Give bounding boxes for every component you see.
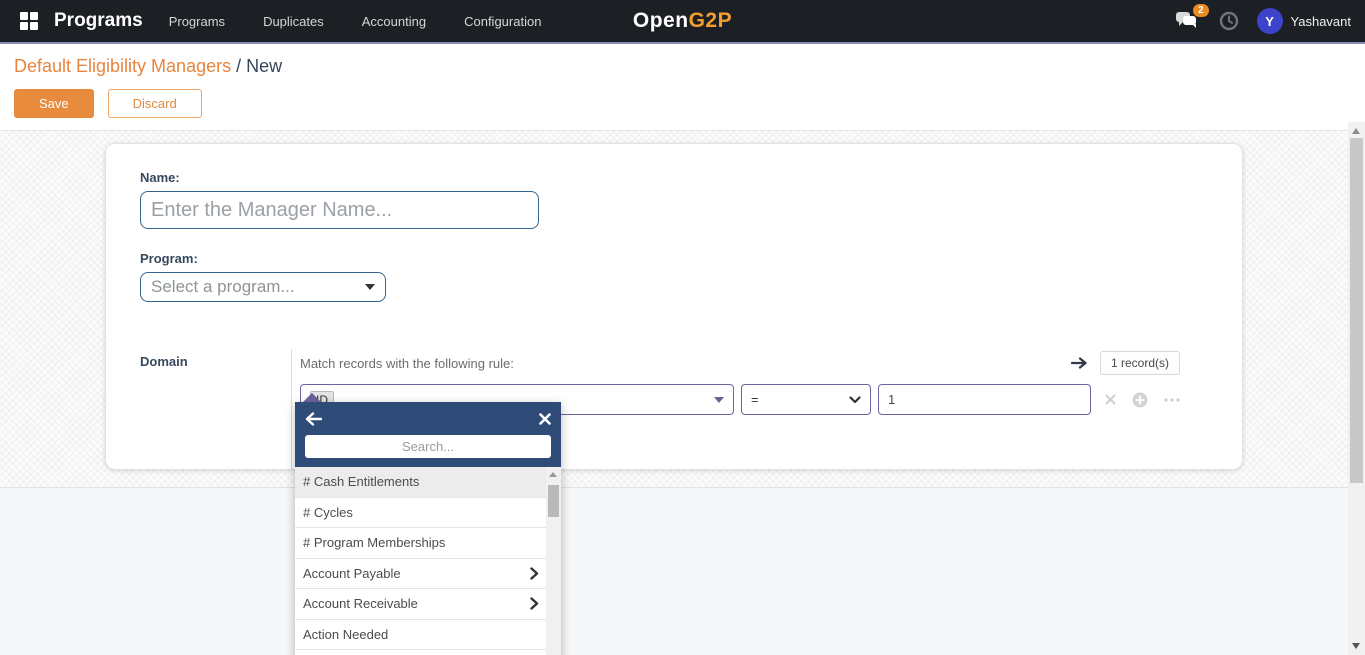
action-button-bar: Save Discard [0,77,1348,131]
field-option[interactable]: # Cash Entitlements [295,467,561,498]
program-select[interactable]: Select a program... [140,272,386,302]
program-label: Program: [140,251,198,266]
scroll-down-arrow-icon[interactable] [1352,643,1360,649]
caret-down-icon [365,284,375,290]
navbar-left: Programs Programs Duplicates Accounting … [14,6,541,36]
user-avatar: Y [1256,8,1283,34]
domain-rule-text: Match records with the following rule: [300,355,514,371]
nav-item-programs[interactable]: Programs [169,14,225,29]
field-option[interactable]: Action Needed [295,620,561,650]
field-option-list: # Cash Entitlements # Cycles # Program M… [295,467,561,655]
form-view-background: Name: Program: Select a program... Domai… [0,131,1348,487]
discard-button[interactable]: Discard [107,89,202,118]
delete-rule-icon[interactable] [1105,394,1116,405]
domain-rule-header: Match records with the following rule: 1… [300,351,1180,375]
breadcrumb: Default Eligibility Managers / New [0,44,1348,77]
back-arrow-icon[interactable] [305,412,322,426]
nav-item-accounting[interactable]: Accounting [362,14,426,29]
domain-operator-value: = [751,392,759,407]
add-rule-icon[interactable] [1132,392,1148,408]
field-option[interactable]: Account Receivable [295,589,561,620]
field-option[interactable]: # Program Memberships [295,528,561,559]
activities-button[interactable] [1219,11,1239,31]
program-select-value: Select a program... [151,277,295,296]
navbar-menu: Programs Duplicates Accounting Configura… [169,14,542,29]
user-name: Yashavant [1290,13,1351,29]
records-count-button[interactable]: 1 record(s) [1099,351,1180,375]
name-field-group: Name: [140,170,1212,229]
field-option[interactable]: # Cycles [295,498,561,528]
breadcrumb-separator: / [231,56,247,76]
apps-menu-button[interactable] [14,6,44,36]
save-button[interactable]: Save [14,89,94,118]
nav-item-duplicates[interactable]: Duplicates [263,14,324,29]
chevron-right-icon [530,567,539,580]
form-sheet: Name: Program: Select a program... Domai… [105,143,1243,471]
apps-grid-icon [20,12,38,30]
nav-item-configuration[interactable]: Configuration [464,14,541,29]
field-picker-dropdown: # Cash Entitlements # Cycles # Program M… [295,393,561,655]
messages-button[interactable]: 2 [1175,4,1209,32]
page-scrollbar-thumb[interactable] [1350,138,1363,483]
manager-name-input[interactable] [140,191,539,229]
name-label: Name: [140,170,180,185]
domain-leaf-actions [1105,392,1180,408]
field-option[interactable]: Account Payable [295,559,561,589]
field-option[interactable]: Activities [295,650,561,655]
field-search-input[interactable] [305,435,551,458]
chevron-right-icon [530,597,539,610]
breadcrumb-parent-link[interactable]: Default Eligibility Managers [14,56,231,76]
breadcrumb-current: New [246,56,283,76]
user-menu[interactable]: Y Yashavant [1256,8,1351,34]
domain-operator-select[interactable]: = [741,384,871,415]
navbar-systray: 2 Y Yashavant [1175,4,1351,34]
arrow-right-icon [1070,357,1087,369]
domain-value-input[interactable] [878,384,1091,415]
scroll-up-arrow-icon[interactable] [549,472,557,477]
dropdown-pointer [303,393,321,402]
chevron-down-icon [849,395,861,403]
close-icon[interactable] [539,413,551,425]
page-lower-background [0,487,1348,655]
message-count-badge: 2 [1192,4,1209,17]
domain-label: Domain [140,354,188,369]
program-field-group: Program: Select a program... [140,251,1212,302]
dropdown-scrollbar[interactable] [546,467,561,655]
main-area: Default Eligibility Managers / New Save … [0,44,1348,655]
dropdown-scrollbar-thumb[interactable] [548,485,559,517]
dropdown-header [295,402,561,467]
scroll-up-arrow-icon[interactable] [1352,128,1360,134]
page: Programs Programs Duplicates Accounting … [0,0,1365,655]
top-navbar: Programs Programs Duplicates Accounting … [0,0,1365,44]
page-scrollbar[interactable] [1348,46,1365,655]
add-branch-icon[interactable] [1164,397,1180,402]
clock-icon [1219,11,1238,31]
domain-label-cell: Domain [140,349,291,471]
app-title[interactable]: Programs [54,10,143,32]
caret-down-icon [714,396,724,403]
